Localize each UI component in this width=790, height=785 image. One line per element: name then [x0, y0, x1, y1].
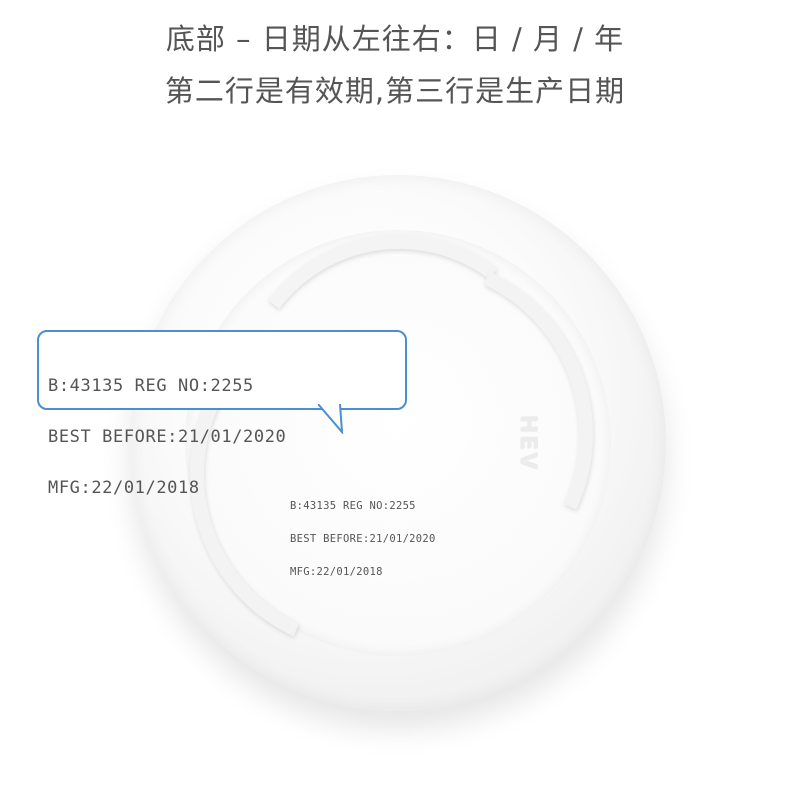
callout-text: B:43135 REG NO:2255 BEST BEFORE:21/01/20…	[48, 344, 286, 531]
caption-line-explanation: 第二行是有效期,第三行是生产日期	[164, 74, 626, 108]
printed-date-code: B:43135 REG NO:2255 BEST BEFORE:21/01/20…	[290, 479, 436, 589]
callout-pointer	[318, 404, 344, 434]
print-mfg-line: MFG:22/01/2018	[290, 566, 383, 578]
callout-best-before-line: BEST BEFORE:21/01/2020	[48, 427, 287, 447]
print-best-before-line: BEST BEFORE:21/01/2020	[290, 533, 436, 545]
caption-date-format: 底部 – 日期从左往右：日 / 月 / 年	[165, 22, 625, 56]
callout-batch-line: B:43135 REG NO:2255	[48, 376, 254, 396]
callout-bubble: B:43135 REG NO:2255 BEST BEFORE:21/01/20…	[37, 330, 407, 497]
callout-mfg-line: MFG:22/01/2018	[48, 478, 200, 498]
embossed-logo: HEV	[515, 414, 541, 471]
print-batch-line: B:43135 REG NO:2255	[290, 500, 416, 512]
